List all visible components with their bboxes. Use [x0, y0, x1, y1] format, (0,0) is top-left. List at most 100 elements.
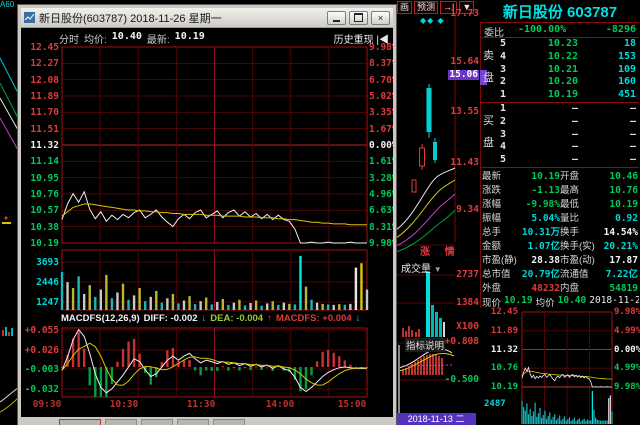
order-book-row[interactable]: 3 — — [494, 129, 638, 142]
volume: — [629, 154, 636, 166]
strip-date-badge: 2018-11-13 二 [396, 413, 476, 425]
percent-tick: 1.67% [369, 124, 393, 135]
strip-tab-fragment[interactable]: 涨 情 [420, 243, 461, 258]
price-tick: 11.51 [30, 124, 59, 135]
level: 3 [500, 128, 507, 140]
price-tick: 12.27 [30, 58, 59, 69]
sell-order-book[interactable]: 卖盘5 10.23 18 4 10.22 153 3 10.21 109 2 10.2… [480, 38, 640, 102]
volume: 109 [617, 63, 636, 75]
window-controls: × [324, 10, 390, 25]
background-chart-left: A60 [0, 0, 18, 425]
detail-label: 涨幅 [482, 199, 502, 210]
volume: — [629, 128, 636, 140]
detail-row: 市盈(静) 28.38 市盈(动) 17.87 [482, 254, 638, 268]
detail-row: 金额 1.07亿 换手(实) 20.21% [482, 240, 638, 254]
percent-tick: 6.63% [369, 205, 393, 216]
price: — [571, 154, 578, 166]
detail-label: 市盈(动) [560, 255, 595, 266]
percent-tick: 0.00% [369, 140, 393, 151]
weibi-diff: -8296 [605, 24, 636, 35]
level: 4 [500, 141, 507, 153]
strip-axis-label: 2737 [456, 269, 479, 280]
detail-label: 换手(实) [560, 241, 595, 252]
indicator-help-button[interactable]: 指标说明 [405, 338, 446, 352]
strip-axis-label: 11.43 [450, 157, 479, 168]
detail-value: 10.31万 [521, 227, 560, 238]
detail-value: 7.22亿 [605, 269, 638, 280]
detail-value: 10.19 [609, 199, 638, 210]
price-tick: 10.19 [30, 238, 59, 249]
maximize-button[interactable] [349, 10, 368, 25]
avg-label: 均价 [535, 298, 555, 307]
price-tick: 11.32 [30, 140, 59, 151]
window-icon [24, 12, 35, 23]
down-arrow-icon: ↓ [201, 313, 207, 324]
order-book-row[interactable]: 2 — — [494, 116, 638, 129]
volume: 160 [617, 76, 636, 88]
macd-header: MACDFS(12,26,9) DIFF: -0.002 ↓ DEA: -0.0… [61, 313, 360, 325]
order-book-row[interactable]: 1 — — [494, 103, 638, 116]
window-titlebar[interactable]: 新日股份(603787) 2018-11-26 星期一 × [21, 8, 393, 28]
order-book-row[interactable]: 2 10.20 160 [494, 76, 638, 89]
price-tick: 12.08 [30, 75, 59, 86]
percent-tick: 1.61% [369, 156, 393, 167]
buy-order-book[interactable]: 买盘1 — —2 — —3 — —4 — —5 — — [480, 103, 640, 167]
strip-axis-label: 13.55 [450, 106, 479, 117]
draw-button[interactable]: 画 [397, 1, 413, 14]
price-label: 现价 [482, 298, 502, 307]
order-book-row[interactable]: 3 10.21 109 [494, 64, 638, 77]
period-tab[interactable] [105, 419, 137, 425]
mini-percent-tick: 9.98% [614, 382, 640, 392]
order-book-row[interactable]: 4 10.22 153 [494, 51, 638, 64]
macd-value: +0.004 [322, 313, 352, 324]
divider [480, 22, 639, 23]
period-tab[interactable] [213, 419, 245, 425]
level: 4 [500, 50, 507, 62]
strip-axis-label: 15.64 [450, 56, 479, 67]
detail-label: 金额 [482, 241, 502, 252]
detail-value: 0.92 [615, 213, 638, 224]
price-tick: 10.76 [30, 189, 59, 200]
minimize-icon [333, 19, 340, 22]
quote-details: 最新 10.19 开盘 10.46 涨跌 -1.13 最高 10.76 涨幅 -9.98% 最低 10… [482, 170, 638, 296]
detail-label: 最低 [560, 199, 580, 210]
price-tick: 10.57 [30, 205, 59, 216]
price-tick: 12.45 [30, 42, 59, 53]
period-tab[interactable] [141, 419, 173, 425]
detail-row: 涨跌 -1.13 最高 10.76 [482, 184, 638, 198]
diff-label: DIFF: [143, 313, 168, 324]
percent-tick: 6.70% [369, 75, 393, 86]
detail-label: 流通值 [560, 269, 589, 280]
detail-value: 10.46 [609, 171, 638, 182]
order-book-row[interactable]: 5 — — [494, 154, 638, 167]
period-tab[interactable] [177, 419, 209, 425]
macd-tick: +0.055 [24, 325, 59, 336]
dea-value: -0.004 [236, 313, 264, 324]
close-button[interactable]: × [371, 10, 390, 25]
diff-value: -0.002 [170, 313, 198, 324]
period-tab[interactable] [59, 419, 101, 425]
minimize-button[interactable] [327, 10, 346, 25]
percent-tick: 8.31% [369, 222, 393, 233]
volume-indicator-dropdown[interactable]: 成交量 ▼ [401, 260, 442, 275]
percent-tick: 8.37% [369, 58, 393, 69]
price-tick: 10.95 [30, 173, 59, 184]
order-book-row[interactable]: 5 10.23 18 [494, 38, 638, 51]
level: 1 [500, 89, 507, 101]
detail-label: 总市值 [482, 269, 511, 280]
price: 10.19 [547, 89, 578, 101]
quote-panel: 新日股份 603787 委比 -100.00% -8296 卖盘5 10.23 … [480, 0, 640, 425]
price: 10.23 [547, 38, 578, 49]
strip-axis-label: 15.06 [448, 69, 479, 80]
detail-row: 振幅 5.04% 量比 0.92 [482, 212, 638, 226]
strip-axis-label: 9.34 [456, 204, 479, 215]
order-book-row[interactable]: 4 — — [494, 141, 638, 154]
order-book-row[interactable]: 1 10.19 451 [494, 89, 638, 102]
window-title: 新日股份(603787) 2018-11-26 星期一 [39, 12, 222, 25]
predict-button[interactable]: 预测 [414, 1, 439, 14]
strip-axis-label: 17.73 [450, 8, 479, 19]
price: 10.20 [547, 76, 578, 88]
price: — [571, 103, 578, 114]
macd-tick: +0.026 [24, 345, 59, 356]
intraday-chart[interactable] [21, 28, 393, 425]
